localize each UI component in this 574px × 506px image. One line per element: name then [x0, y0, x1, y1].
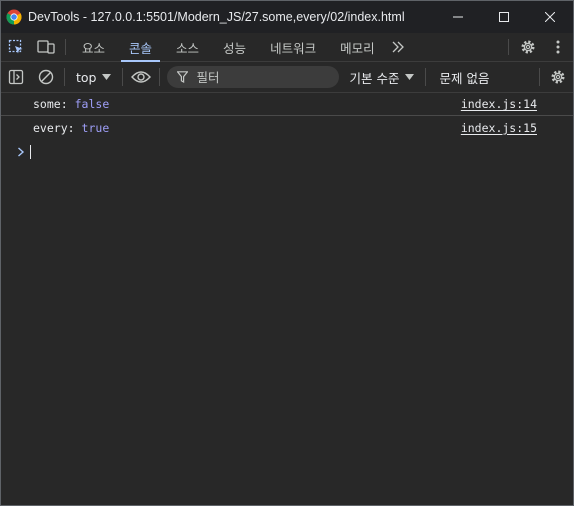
console-message: every: true index.js:15 — [1, 116, 573, 139]
console-toolbar: top 기본 수준 문제 없음 — [1, 62, 573, 93]
title-bar: DevTools - 127.0.0.1:5501/Modern_JS/27.s… — [1, 1, 573, 33]
log-level-value: 기본 수준 — [349, 70, 400, 86]
tab-memory[interactable]: 메모리 — [328, 33, 387, 61]
toggle-sidebar-button[interactable] — [1, 62, 31, 92]
minimize-button[interactable] — [435, 1, 481, 33]
clear-console-icon — [38, 69, 54, 85]
caret-down-icon — [102, 74, 112, 80]
toolbar-divider — [539, 68, 540, 86]
toolbar-divider — [65, 39, 66, 55]
log-level-selector[interactable]: 기본 수준 — [339, 68, 422, 87]
chrome-logo-icon — [6, 9, 22, 25]
maximize-button[interactable] — [481, 1, 527, 33]
source-link[interactable]: index.js:14 — [461, 97, 537, 111]
filter-field[interactable] — [167, 66, 340, 88]
tabbar-actions — [504, 33, 573, 61]
log-key: every: — [33, 120, 75, 135]
tab-network[interactable]: 네트워크 — [258, 33, 328, 61]
filter-input[interactable] — [196, 69, 327, 85]
sidebar-toggle-icon — [8, 69, 24, 85]
tab-label: 요소 — [82, 40, 106, 56]
inspect-element-button[interactable] — [1, 33, 31, 61]
tab-label: 메모리 — [340, 40, 375, 56]
tab-performance[interactable]: 성능 — [211, 33, 258, 61]
window-controls — [435, 1, 573, 33]
tab-elements[interactable]: 요소 — [70, 33, 117, 61]
gear-icon — [521, 40, 535, 54]
toolbar-divider — [425, 68, 427, 86]
gear-icon — [551, 70, 565, 84]
settings-button[interactable] — [513, 33, 543, 61]
filter-icon — [177, 71, 189, 83]
console-settings-button[interactable] — [543, 62, 573, 92]
context-value: top — [76, 69, 97, 85]
console-toolbar-actions — [536, 62, 573, 92]
more-options-button[interactable] — [543, 33, 573, 61]
device-toggle-icon — [37, 40, 55, 54]
tab-sources[interactable]: 소스 — [164, 33, 211, 61]
tab-label: 성능 — [223, 40, 247, 56]
kebab-menu-icon — [556, 40, 560, 54]
tab-console[interactable]: 콘솔 — [117, 33, 164, 62]
caret-down-icon — [405, 74, 415, 80]
tab-label: 콘솔 — [129, 40, 153, 56]
console-output: some: false index.js:14 every: true inde… — [1, 93, 573, 165]
toolbar-divider — [64, 68, 65, 86]
issues-counter[interactable]: 문제 없음 — [429, 68, 499, 87]
device-toolbar-button[interactable] — [31, 33, 61, 61]
prompt-chevron-icon — [18, 147, 25, 157]
text-cursor — [30, 145, 31, 159]
tab-label: 소스 — [176, 40, 200, 56]
log-key: some: — [33, 97, 68, 111]
log-value: true — [81, 120, 110, 135]
toolbar-divider — [508, 39, 509, 55]
log-value: false — [74, 97, 110, 111]
minimize-icon — [453, 16, 463, 18]
eye-icon — [131, 71, 152, 83]
maximize-icon — [499, 12, 509, 22]
close-icon — [545, 12, 555, 22]
source-link[interactable]: index.js:15 — [461, 121, 537, 135]
panel-tab-bar: 요소 콘솔 소스 성능 네트워크 메모리 — [1, 33, 573, 62]
console-prompt[interactable] — [1, 139, 573, 165]
toolbar-divider — [159, 68, 161, 86]
context-selector[interactable]: top — [68, 70, 119, 85]
tab-label: 네트워크 — [270, 40, 317, 56]
more-tabs-button[interactable] — [387, 33, 409, 61]
devtools-window: DevTools - 127.0.0.1:5501/Modern_JS/27.s… — [0, 0, 574, 506]
close-button[interactable] — [527, 1, 573, 33]
chevrons-right-icon — [392, 41, 404, 53]
toolbar-divider — [122, 68, 124, 86]
clear-console-button[interactable] — [31, 62, 61, 92]
issues-label: 문제 없음 — [439, 70, 490, 86]
live-expression-button[interactable] — [126, 62, 156, 92]
inspect-element-icon — [8, 39, 23, 54]
console-message: some: false index.js:14 — [1, 93, 573, 116]
window-title: DevTools - 127.0.0.1:5501/Modern_JS/27.s… — [28, 10, 405, 24]
